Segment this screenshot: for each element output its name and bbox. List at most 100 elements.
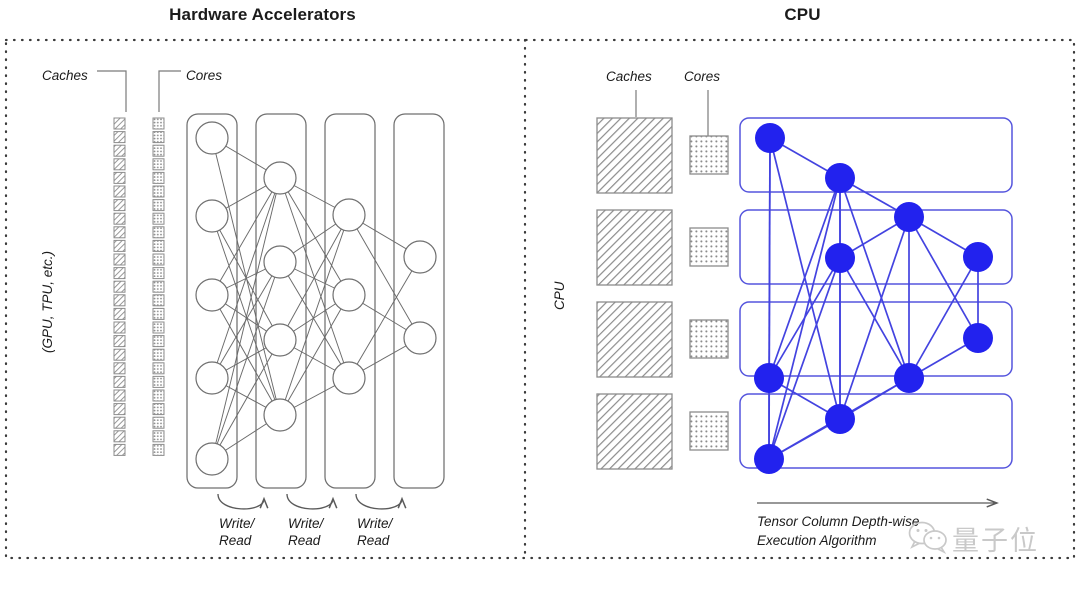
cpu-core-block [689, 319, 729, 359]
cpu-network-node [963, 323, 993, 353]
core-cell [152, 416, 165, 429]
core-cell [152, 185, 165, 198]
core-cell [152, 321, 165, 334]
writeread-label-1-line1: Write/ [219, 516, 255, 531]
cpu-network-node [754, 444, 784, 474]
left-caches-column [113, 117, 126, 456]
core-cell [152, 158, 165, 171]
cache-cell [113, 307, 126, 320]
writeread-label-1-line2: Read [219, 533, 252, 548]
cache-cell [113, 362, 126, 375]
network-node [195, 278, 229, 312]
right-cores-label: Cores [684, 69, 721, 84]
left-writeread-arrows [217, 493, 402, 510]
core-cell [152, 443, 165, 456]
diagram-canvas: Hardware Accelerators CPU Caches Cores (… [0, 0, 1080, 590]
core-cell [152, 131, 165, 144]
cpu-network-node [963, 242, 993, 272]
watermark-text: 量子位 [952, 526, 1039, 557]
cache-cell [113, 185, 126, 198]
cache-cell [113, 335, 126, 348]
right-caches-label: Caches [606, 69, 652, 84]
left-cores-column [152, 117, 165, 456]
core-cell [152, 226, 165, 239]
cache-cell [113, 416, 126, 429]
writeread-label-3-line1: Write/ [357, 516, 393, 531]
network-node [263, 161, 297, 195]
core-cell [152, 307, 165, 320]
right-cache-blocks [596, 117, 673, 470]
cache-cell [113, 280, 126, 293]
cache-cell [113, 443, 126, 456]
cpu-network-node [894, 202, 924, 232]
network-node [263, 398, 297, 432]
left-leader-lines [97, 70, 181, 112]
core-cell [152, 294, 165, 307]
cache-cell [113, 430, 126, 443]
writeread-label-3-line2: Read [357, 533, 390, 548]
core-cell [152, 362, 165, 375]
cache-cell [113, 389, 126, 402]
cache-cell [113, 144, 126, 157]
network-node [332, 198, 366, 232]
cache-cell [113, 253, 126, 266]
network-node [403, 321, 437, 355]
network-node [332, 278, 366, 312]
network-node [263, 245, 297, 279]
core-cell [152, 117, 165, 130]
wechat-logo-icon [908, 520, 950, 555]
core-cell [152, 199, 165, 212]
core-cell [152, 267, 165, 280]
cpu-network-node [894, 363, 924, 393]
network-node [195, 442, 229, 476]
algorithm-label-line2: Execution Algorithm [757, 533, 877, 548]
core-cell [152, 239, 165, 252]
core-cell [152, 389, 165, 402]
core-cell [152, 430, 165, 443]
writeread-label-2-line2: Read [288, 533, 321, 548]
cpu-core-block [689, 135, 729, 175]
right-core-blocks [689, 135, 729, 451]
cpu-core-block [689, 411, 729, 451]
core-cell [152, 144, 165, 157]
cpu-network-node [754, 363, 784, 393]
network-node [195, 361, 229, 395]
cpu-network-node [755, 123, 785, 153]
network-node [195, 121, 229, 155]
cache-cell [113, 212, 126, 225]
core-cell [152, 253, 165, 266]
cache-cell [113, 131, 126, 144]
cpu-network-node [825, 243, 855, 273]
cache-cell [113, 158, 126, 171]
left-network-edges [211, 137, 421, 460]
cache-cell [113, 239, 126, 252]
writeread-label-2-line1: Write/ [288, 516, 324, 531]
cache-cell [113, 267, 126, 280]
cache-cell [113, 348, 126, 361]
left-cores-label: Cores [186, 68, 223, 83]
cache-cell [113, 403, 126, 416]
left-caches-label: Caches [42, 68, 88, 83]
cpu-cache-block [596, 301, 673, 378]
right-vertical-label: CPU [552, 281, 567, 310]
cpu-core-block [689, 227, 729, 267]
cache-cell [113, 199, 126, 212]
cpu-cache-block [596, 209, 673, 286]
cache-cell [113, 375, 126, 388]
network-node [195, 199, 229, 233]
algorithm-label-line1: Tensor Column Depth-wise [757, 514, 920, 529]
network-node [403, 240, 437, 274]
cache-cell [113, 321, 126, 334]
core-cell [152, 375, 165, 388]
cpu-cache-block [596, 117, 673, 194]
cache-cell [113, 117, 126, 130]
cache-cell [113, 171, 126, 184]
cpu-cache-block [596, 393, 673, 470]
cpu-network-node [825, 404, 855, 434]
network-node [332, 361, 366, 395]
cache-cell [113, 226, 126, 239]
core-cell [152, 335, 165, 348]
left-vertical-label: (GPU, TPU, etc.) [40, 250, 55, 353]
core-cell [152, 403, 165, 416]
core-cell [152, 171, 165, 184]
